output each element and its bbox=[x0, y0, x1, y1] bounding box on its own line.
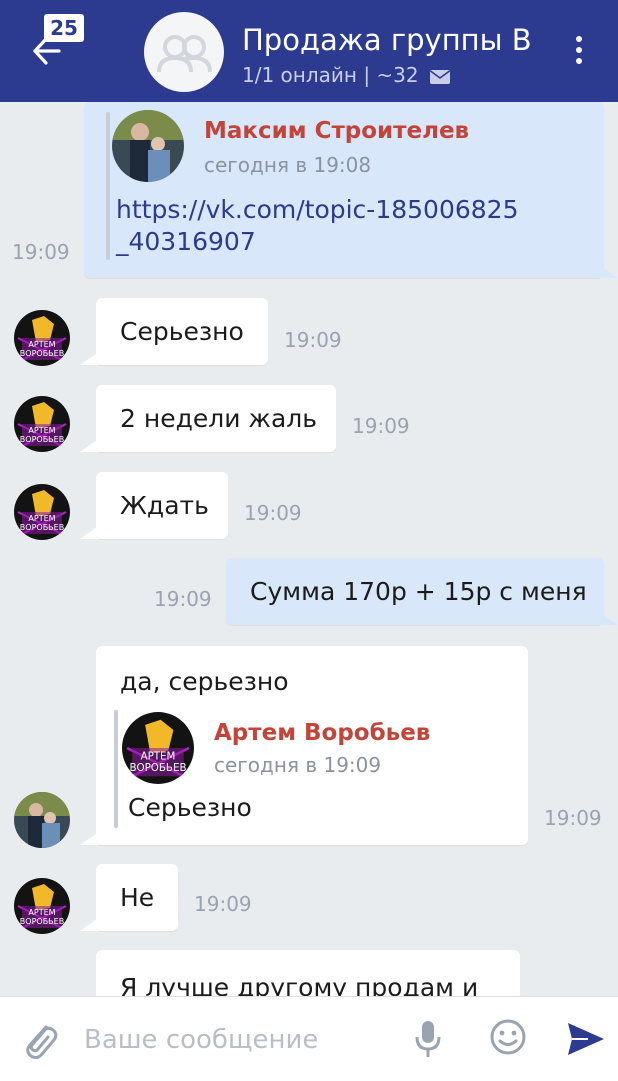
forwarded-author-name[interactable]: Максим Строителев bbox=[204, 116, 469, 146]
message-text: 2 недели жаль bbox=[120, 404, 317, 433]
avatar-caption: АРТЕМ bbox=[28, 340, 55, 349]
bubble-tail bbox=[598, 264, 618, 278]
group-avatar[interactable] bbox=[144, 12, 224, 92]
message-link[interactable]: https://vk.com/topic-185006825 bbox=[116, 194, 518, 226]
sender-avatar[interactable] bbox=[14, 792, 70, 848]
attach-button[interactable] bbox=[20, 1017, 60, 1061]
incoming-message[interactable]: Я лучше другому продам и bbox=[96, 950, 520, 996]
photo-avatar-icon bbox=[14, 792, 70, 848]
sender-avatar[interactable]: АРТЕМ ВОРОБЬЕВ bbox=[14, 878, 70, 934]
artem-avatar-icon: АРТЕМ ВОРОБЬЕВ bbox=[14, 878, 70, 934]
avatar-caption: АРТЕМ bbox=[28, 908, 55, 917]
message-text: Не bbox=[120, 883, 155, 912]
artem-avatar-icon: АРТЕМ ВОРОБЬЕВ bbox=[14, 484, 70, 540]
reply-author-name[interactable]: Артем Воробьев bbox=[214, 718, 430, 748]
avatar-caption: АРТЕМ bbox=[141, 751, 176, 763]
quote-bar bbox=[106, 112, 110, 260]
forwarded-date: сегодня в 19:08 bbox=[204, 153, 372, 177]
message-text: да, серьезно bbox=[120, 667, 289, 696]
forwarded-author-avatar[interactable] bbox=[112, 110, 184, 182]
avatar-caption: ВОРОБЬЕВ bbox=[20, 435, 64, 444]
outgoing-forwarded-message[interactable]: Максим Строителев сегодня в 19:08 https:… bbox=[84, 102, 604, 278]
message-time: 19:09 bbox=[194, 892, 252, 916]
incoming-reply-message[interactable]: да, серьезно АРТЕМ ВОРОБЬЕВ Артем Воробь… bbox=[96, 646, 528, 845]
message-list[interactable]: 19:09 Максим Строителев сегодня в 19:08 … bbox=[0, 102, 618, 996]
avatar-caption: АРТЕМ bbox=[28, 514, 55, 523]
chat-header: 25 Продажа группы ВК 1/1 онлайн | ~32 bbox=[0, 0, 618, 102]
message-text: Серьезно bbox=[120, 317, 244, 346]
sender-avatar[interactable]: АРТЕМ ВОРОБЬЕВ bbox=[14, 396, 70, 452]
microphone-button[interactable] bbox=[412, 1017, 444, 1061]
unread-count-badge: 25 bbox=[44, 14, 84, 42]
message-link-continued[interactable]: _40316907 bbox=[116, 226, 256, 258]
reply-text: Серьезно bbox=[128, 793, 252, 822]
message-time: 19:09 bbox=[244, 501, 302, 525]
outgoing-message[interactable]: Сумма 170р + 15р с меня bbox=[226, 558, 604, 625]
more-vertical-icon[interactable] bbox=[564, 36, 594, 70]
message-text: Сумма 170р + 15р с меня bbox=[250, 577, 587, 606]
message-text: Я лучше другому продам и bbox=[120, 973, 479, 996]
sender-avatar[interactable]: АРТЕМ ВОРОБЬЕВ bbox=[14, 484, 70, 540]
avatar-caption: ВОРОБЬЕВ bbox=[129, 762, 186, 774]
reply-author-avatar[interactable]: АРТЕМ ВОРОБЬЕВ bbox=[122, 712, 194, 784]
message-time: 19:09 bbox=[154, 587, 212, 611]
avatar-caption: ВОРОБЬЕВ bbox=[20, 523, 64, 532]
paperclip-icon bbox=[26, 1025, 58, 1060]
quote-bar bbox=[114, 710, 118, 828]
sender-avatar[interactable]: АРТЕМ ВОРОБЬЕВ bbox=[14, 310, 70, 366]
artem-avatar-icon: АРТЕМ ВОРОБЬЕВ bbox=[122, 712, 194, 784]
message-time: 19:09 bbox=[352, 414, 410, 438]
photo-avatar-icon bbox=[112, 110, 184, 182]
chat-title[interactable]: Продажа группы ВК bbox=[242, 20, 532, 60]
incoming-message[interactable]: Ждать bbox=[96, 472, 228, 539]
incoming-message[interactable]: Не bbox=[96, 864, 178, 931]
envelope-icon bbox=[430, 69, 450, 84]
message-text: Ждать bbox=[120, 491, 209, 520]
reply-date: сегодня в 19:09 bbox=[214, 753, 382, 777]
chat-subtitle: 1/1 онлайн | ~32 bbox=[242, 62, 451, 88]
bubble-tail bbox=[598, 611, 618, 625]
smiley-icon bbox=[490, 1019, 526, 1055]
avatar-caption: ВОРОБЬЕВ bbox=[20, 917, 64, 926]
group-placeholder-icon bbox=[157, 35, 212, 73]
incoming-message[interactable]: 2 недели жаль bbox=[96, 385, 336, 452]
message-time: 19:09 bbox=[12, 240, 70, 264]
message-time: 19:09 bbox=[544, 806, 602, 830]
artem-avatar-icon: АРТЕМ ВОРОБЬЕВ bbox=[14, 396, 70, 452]
avatar-caption: ВОРОБЬЕВ bbox=[20, 349, 64, 358]
avatar-caption: АРТЕМ bbox=[28, 426, 55, 435]
microphone-icon bbox=[415, 1021, 441, 1057]
emoji-button[interactable] bbox=[488, 1017, 528, 1057]
send-button[interactable] bbox=[564, 1019, 608, 1059]
online-status: 1/1 онлайн | ~32 bbox=[242, 63, 419, 87]
artem-avatar-icon: АРТЕМ ВОРОБЬЕВ bbox=[14, 310, 70, 366]
message-composer bbox=[0, 996, 618, 1081]
incoming-message[interactable]: Серьезно bbox=[96, 298, 268, 365]
message-input[interactable] bbox=[82, 1019, 396, 1061]
send-icon bbox=[568, 1023, 604, 1055]
message-time: 19:09 bbox=[284, 328, 342, 352]
